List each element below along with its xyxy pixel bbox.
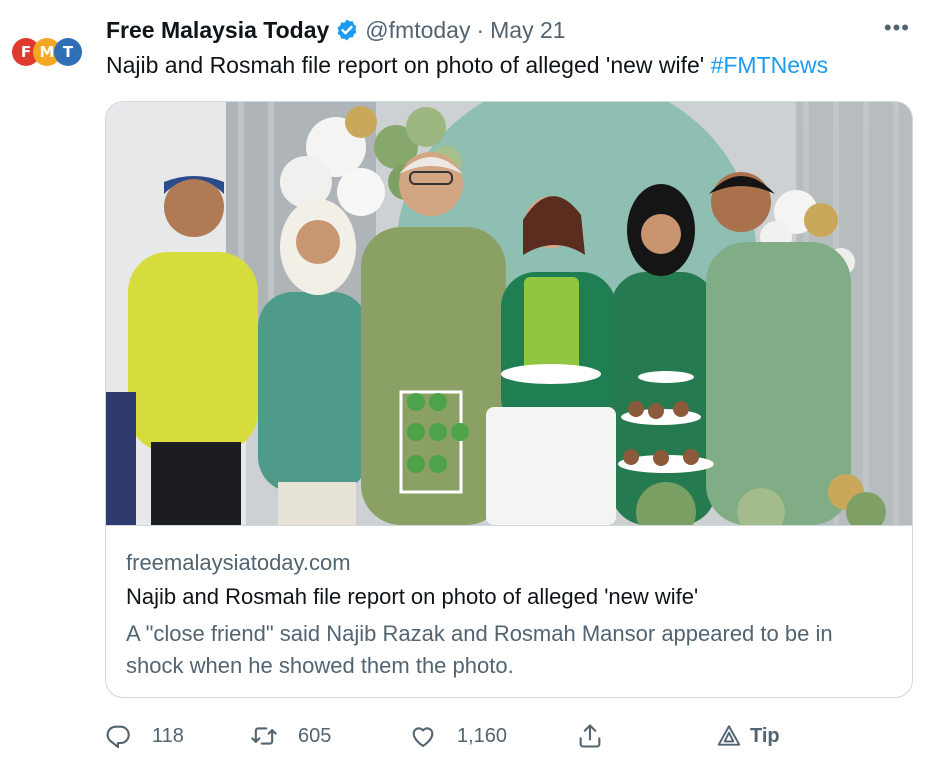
tweet-actions: 118 605 1,160 Tip [104,718,804,754]
verified-badge-icon [335,18,359,42]
account-handle[interactable]: @fmtoday [365,17,470,44]
card-title: Najib and Rosmah file report on photo of… [126,584,699,609]
account-name[interactable]: Free Malaysia Today [106,17,329,44]
tweet-date[interactable]: May 21 [490,17,565,44]
like-icon [412,727,434,747]
card-body[interactable]: freemalaysiatoday.com Najib and Rosmah f… [106,525,912,697]
tweet-header: Free Malaysia Today @fmtoday · May 21 [106,14,566,46]
hashtag-link[interactable]: #FMTNews [711,52,829,78]
card-domain: freemalaysiatoday.com [126,550,351,575]
tip-icon [717,725,741,746]
avatar-letter-t: T [54,38,82,66]
card-description: A "close friend" said Najib Razak and Ro… [126,621,833,678]
tip-button[interactable]: Tip [716,718,780,754]
tweet-text: Najib and Rosmah file report on photo of… [106,50,828,80]
share-button[interactable] [576,718,624,754]
retweet-button[interactable]: 605 [250,718,331,754]
like-button[interactable]: 1,160 [409,718,507,754]
reply-icon [106,725,130,749]
link-card[interactable]: freemalaysiatoday.com Najib and Rosmah f… [105,101,913,698]
reply-button[interactable]: 118 [104,718,184,754]
like-count: 1,160 [457,724,508,747]
reply-count: 118 [152,724,184,747]
share-icon [579,724,601,748]
family-photo-illustration [106,102,912,525]
card-photo[interactable] [106,102,912,525]
more-icon[interactable]: ••• [884,17,910,39]
tweet-body: Najib and Rosmah file report on photo of… [106,52,705,78]
retweet-count: 605 [298,724,332,747]
header-separator: · [476,16,485,43]
fmt-avatar[interactable]: F M T [12,30,82,76]
retweet-icon [251,727,277,745]
tip-label: Tip [750,724,780,747]
